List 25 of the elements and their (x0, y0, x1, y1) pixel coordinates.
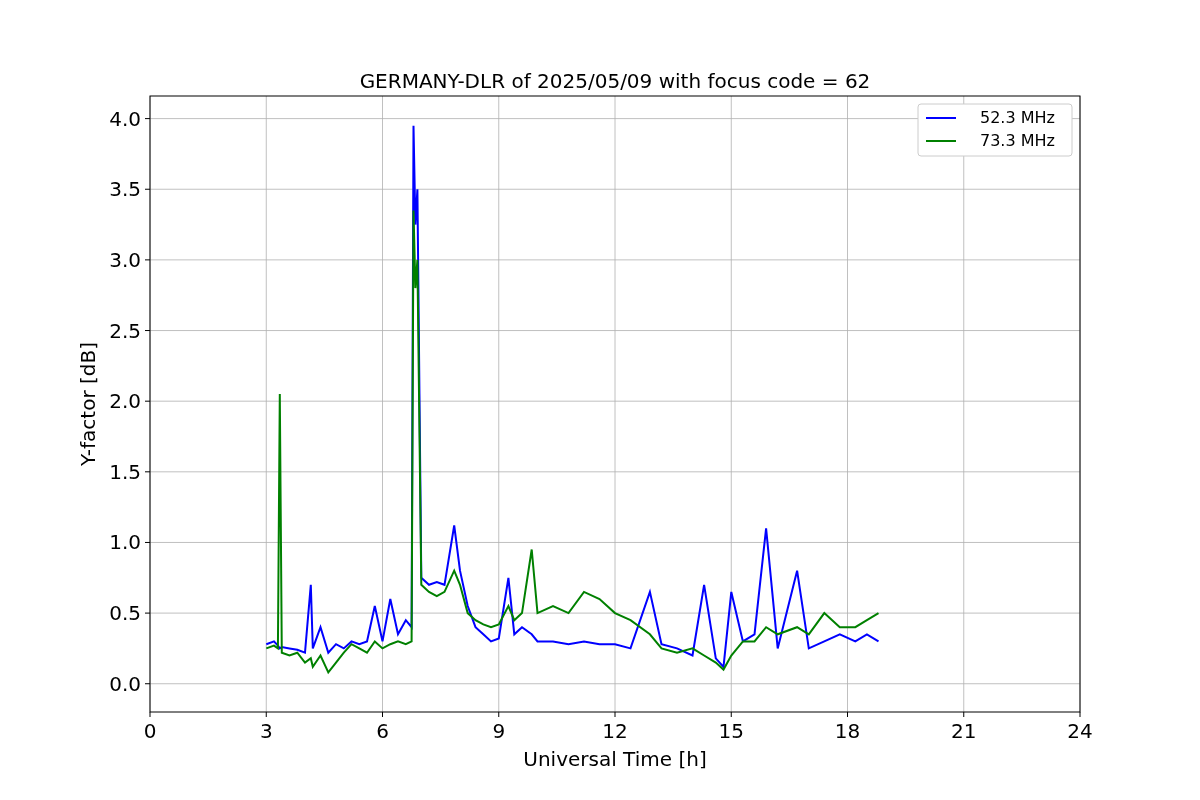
x-tick-label: 3 (259, 719, 273, 743)
x-tick-label: 9 (492, 719, 506, 743)
legend-line-icon (925, 117, 957, 119)
y-tick-label: 4.0 (109, 106, 141, 131)
x-tick-label: 18 (834, 719, 861, 743)
y-tick-label: 1.5 (109, 459, 141, 484)
legend-line-icon (925, 140, 957, 142)
x-axis-label: Universal Time [h] (523, 747, 707, 771)
chart-title: GERMANY-DLR of 2025/05/09 with focus code = 62 (359, 69, 871, 93)
x-tick-label: 15 (718, 719, 744, 743)
y-axis-label: Y-factor [dB] (76, 342, 100, 466)
legend-label: 52.3 MHz (980, 108, 1055, 127)
y-tick-label: 1.0 (109, 530, 141, 555)
y-tick-label: 2.5 (109, 318, 141, 343)
y-tick-label: 0.5 (109, 601, 141, 626)
legend-label: 73.3 MHz (980, 131, 1055, 150)
x-tick-label: 21 (951, 719, 977, 743)
y-tick-label: 3.0 (109, 247, 141, 272)
x-tick-label: 12 (602, 719, 628, 743)
x-tick-label: 24 (1067, 719, 1093, 743)
y-tick-label: 2.0 (109, 389, 141, 414)
x-tick-label: 6 (376, 719, 389, 743)
x-tick-label: 0 (143, 719, 157, 743)
y-tick-label: 0.0 (109, 671, 141, 696)
y-tick-label: 3.5 (109, 177, 141, 202)
